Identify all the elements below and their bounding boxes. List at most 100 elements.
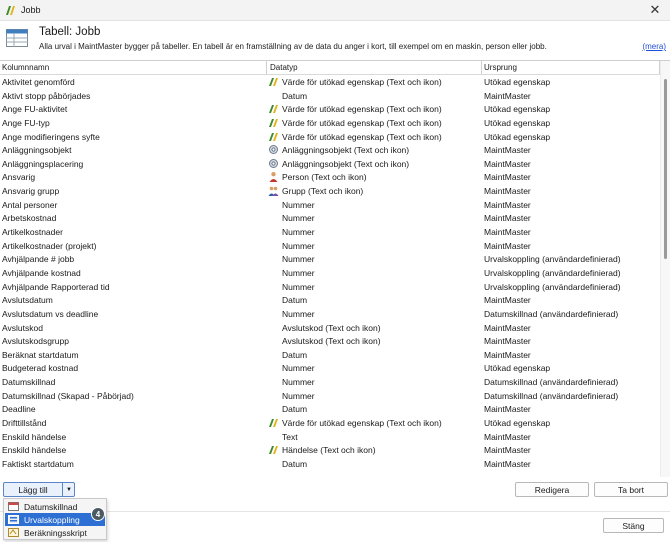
table-row[interactable]: Enskild händelse Text MaintMaster — [0, 430, 660, 444]
table-row[interactable]: Avslutskodsgrupp Avslutskod (Text och iko… — [0, 334, 660, 348]
cell-origin: MaintMaster — [484, 431, 531, 442]
cell-column-name: Artikelkostnader — [2, 227, 63, 238]
cell-data-type: Datum — [282, 295, 308, 306]
cell-column-name: Avslutsdatum vs deadline — [2, 308, 99, 319]
cell-origin: Utökad egenskap — [484, 117, 551, 128]
pen-icon — [268, 103, 279, 114]
vertical-scrollbar[interactable] — [660, 61, 670, 477]
cell-column-name: Aktivitet genomförd — [2, 77, 75, 87]
table-row[interactable]: Avhjälpande Rapporterad tid Nummer Urvalsk… — [0, 280, 660, 294]
table-row[interactable]: Avhjälpande kostnad Nummer Urvalskoppling … — [0, 266, 660, 280]
cell-column-name: Avhjälpande Rapporterad tid — [2, 281, 110, 292]
delete-button[interactable]: Ta bort — [594, 482, 668, 497]
cell-column-name: Deadline — [2, 404, 36, 415]
pen-icon — [268, 131, 279, 142]
column-header-type[interactable]: Datatyp — [270, 63, 298, 72]
cell-origin: Urvalskoppling (användardefinierad) — [484, 281, 621, 292]
cell-origin: Datumskillnad (användardefinierad) — [484, 390, 619, 401]
cell-origin: Urvalskoppling (användardefinierad) — [484, 267, 621, 278]
close-dialog-button[interactable]: Stäng — [603, 518, 664, 533]
cell-column-name: Avslutsdatum — [2, 295, 53, 306]
table-row[interactable]: Antal personer Nummer MaintMaster — [0, 198, 660, 212]
cell-column-name: Faktiskt startdatum — [2, 458, 74, 469]
cell-data-type: Värde för utökad egenskap (Text och ikon… — [282, 131, 442, 142]
cell-column-name: Enskild händelse — [2, 431, 67, 442]
selection-link-icon — [8, 515, 19, 524]
cell-column-name: Anläggningsplacering — [2, 158, 84, 169]
cell-data-type: Datum — [282, 458, 308, 469]
edit-button[interactable]: Redigera — [515, 482, 589, 497]
column-divider[interactable] — [481, 61, 482, 74]
add-split-button[interactable]: Lägg till ▼ — [3, 482, 75, 497]
table-row[interactable]: Avslutskod Avslutskod (Text och ikon) Main… — [0, 321, 660, 335]
table-row[interactable]: Avslutsdatum vs deadline Nummer Datumskill… — [0, 307, 660, 321]
cell-origin: MaintMaster — [484, 213, 531, 224]
table-row[interactable]: Avhjälpande # jobb Nummer Urvalskoppling (… — [0, 252, 660, 266]
table-row[interactable]: Enskild händelse Händelse (Text och ikon)… — [0, 443, 660, 457]
table-row[interactable]: Anläggningsplacering Anläggningsobjekt (T… — [0, 157, 660, 171]
table-row[interactable]: Datumskillnad (Skapad - Påbörjad) Nummer D… — [0, 389, 660, 403]
menu-item-datumskillnad[interactable]: Datumskillnad — [5, 500, 105, 513]
table-row[interactable]: Arbetskostnad Nummer MaintMaster — [0, 211, 660, 225]
chevron-down-icon[interactable]: ▼ — [62, 483, 75, 496]
table-row[interactable]: Deadline Datum MaintMaster — [0, 402, 660, 416]
column-header-origin[interactable]: Ursprung — [484, 63, 517, 72]
add-button[interactable]: Lägg till — [4, 483, 62, 496]
table-row[interactable]: Anläggningsobjekt Anläggningsobjekt (Text… — [0, 143, 660, 157]
cell-column-name: Artikelkostnader (projekt) — [2, 240, 97, 251]
table-row[interactable]: Ange FU-typ Värde för utökad egenskap (Te… — [0, 116, 660, 130]
cell-column-name: Ange FU-typ — [2, 117, 50, 128]
table-row[interactable]: Ange modifieringens syfte Värde för utöka… — [0, 130, 660, 144]
add-dropdown-menu: Datumskillnad Urvalskoppling Beräkningss… — [3, 498, 107, 540]
cell-column-name: Ange modifieringens syfte — [2, 131, 100, 142]
column-divider[interactable] — [266, 61, 267, 74]
table-row[interactable]: Avslutsdatum Datum MaintMaster — [0, 293, 660, 307]
scrollbar-thumb[interactable] — [664, 79, 667, 259]
cell-origin: MaintMaster — [484, 199, 531, 210]
table-row[interactable]: Budgeterad kostnad Nummer Utökad egenskap — [0, 361, 660, 375]
cell-column-name: Avslutskod — [2, 322, 43, 333]
menu-item-berakningsskript[interactable]: Beräkningsskript — [5, 526, 105, 539]
cell-column-name: Datumskillnad — [2, 377, 56, 388]
cell-origin: Utökad egenskap — [484, 131, 551, 142]
menu-item-label: Datumskillnad — [24, 502, 78, 512]
window-title: Jobb — [21, 5, 41, 15]
table-row[interactable]: Faktiskt startdatum Datum MaintMaster — [0, 457, 660, 471]
cell-data-type: Nummer — [282, 363, 315, 374]
cell-data-type: Värde för utökad egenskap (Text och ikon… — [282, 117, 442, 128]
cell-origin: MaintMaster — [484, 158, 531, 169]
cell-column-name: Drifttillstånd — [2, 418, 47, 429]
table-row[interactable]: Ansvarig Person (Text och ikon) MaintMaste… — [0, 170, 660, 184]
cell-column-name: Beräknat startdatum — [2, 349, 79, 360]
cell-column-name: Ansvarig — [2, 172, 36, 183]
cell-origin: MaintMaster — [484, 145, 531, 156]
table-row[interactable]: Datumskillnad Nummer Datumskillnad (använd… — [0, 375, 660, 389]
pen-icon — [268, 117, 279, 128]
cell-origin: MaintMaster — [484, 445, 531, 456]
table-row[interactable]: Artikelkostnader (projekt) Nummer MaintMas… — [0, 239, 660, 253]
cell-origin: MaintMaster — [484, 458, 531, 469]
cell-origin: MaintMaster — [484, 322, 531, 333]
menu-item-label: Urvalskoppling — [24, 515, 80, 525]
cell-column-name: Budgeterad kostnad — [2, 363, 79, 374]
columns-grid: Kolumnnamn Datatyp Ursprung Aktivitet ge… — [0, 60, 670, 478]
table-row[interactable]: Aktivitet genomförd Värde för utökad egen… — [0, 75, 660, 89]
cell-column-name: Anläggningsobjekt — [2, 145, 72, 156]
cell-origin: Urvalskoppling (användardefinierad) — [484, 254, 621, 265]
close-button[interactable]: ✕ — [640, 0, 670, 20]
cell-origin: Datumskillnad (användardefinierad) — [484, 308, 619, 319]
table-row[interactable]: Aktivt stopp påbörjades Datum MaintMaster — [0, 89, 660, 103]
gear-icon — [268, 144, 279, 155]
more-link[interactable]: (mera) — [642, 42, 666, 51]
table-row[interactable]: Ange FU-aktivitet Värde för utökad egensk… — [0, 102, 660, 116]
table-row[interactable]: Ansvarig grupp Grupp (Text och ikon) Maint… — [0, 184, 660, 198]
menu-item-urvalskoppling[interactable]: Urvalskoppling — [5, 513, 105, 526]
grid-header: Kolumnnamn Datatyp Ursprung — [0, 61, 660, 75]
table-row[interactable]: Beräknat startdatum Datum MaintMaster — [0, 348, 660, 362]
table-icon — [6, 29, 28, 47]
cell-data-type: Nummer — [282, 199, 315, 210]
cell-column-name: Ange FU-aktivitet — [2, 104, 68, 115]
table-row[interactable]: Artikelkostnader Nummer MaintMaster — [0, 225, 660, 239]
table-row[interactable]: Drifttillstånd Värde för utökad egenskap … — [0, 416, 660, 430]
column-header-name[interactable]: Kolumnnamn — [2, 63, 49, 72]
